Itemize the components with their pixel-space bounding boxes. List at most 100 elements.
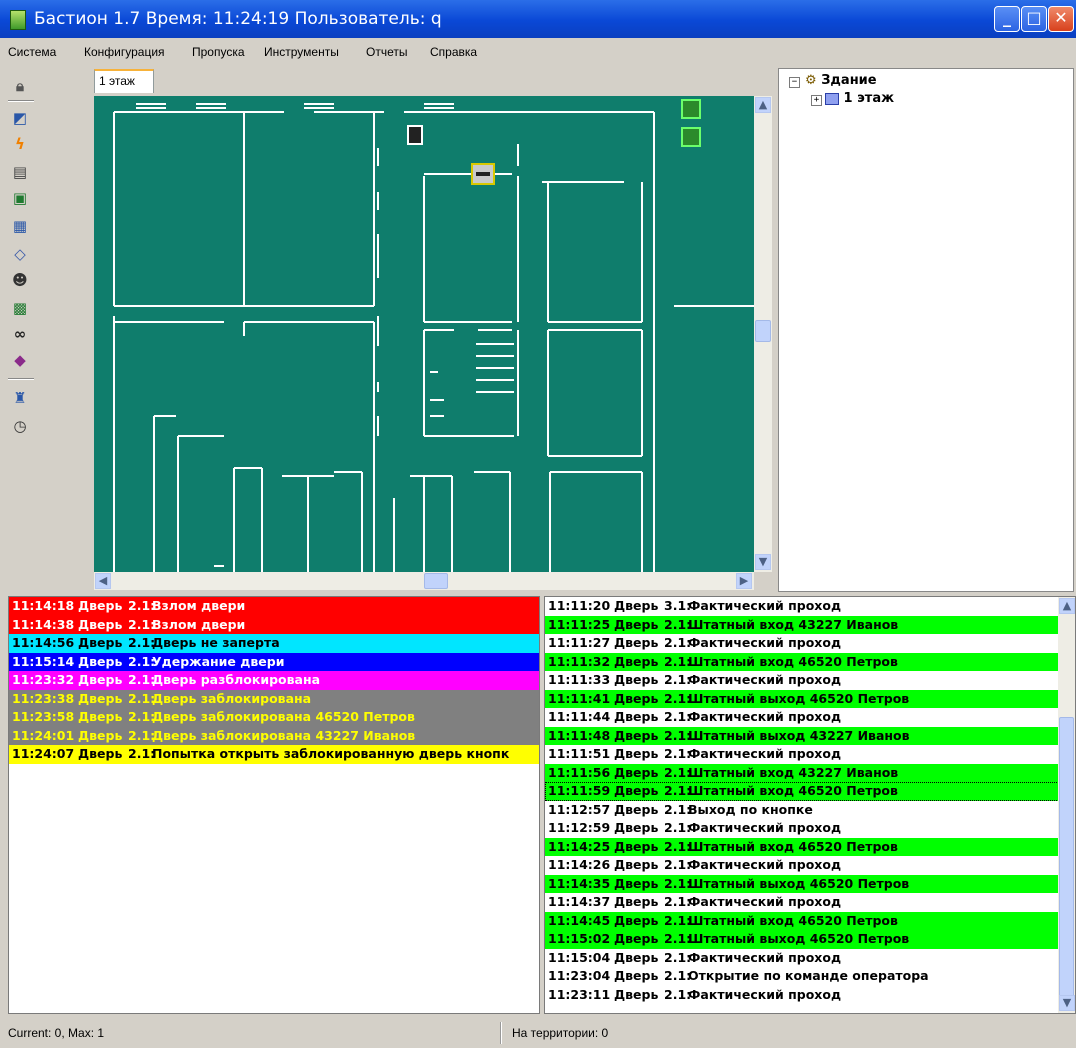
- guard-icon[interactable]: ♜: [10, 388, 30, 408]
- event-number: 2.1:: [664, 653, 692, 669]
- alarm-log[interactable]: 11:14:18 Дверь 2.1:Взлом двери 11:14:38 Двер…: [8, 596, 540, 1014]
- event-row[interactable]: 11:11:41 Дверь 2.1:Штатный выход 46520 Пет…: [545, 689, 1075, 708]
- event-message: Штатный выход 46520 Петров: [688, 875, 910, 891]
- event-row[interactable]: 11:11:32 Дверь 2.1:Штатный вход 46520 Петр…: [545, 652, 1075, 671]
- event-log[interactable]: 11:11:20 Дверь 3.1:Фактический проход 11:11…: [544, 596, 1076, 1014]
- scroll-left-arrow[interactable]: ◀: [95, 573, 111, 589]
- alarm-row[interactable]: 11:23:32 Дверь 2.1:Дверь разблокирована: [9, 671, 539, 690]
- book-icon[interactable]: ◆: [10, 350, 30, 370]
- scroll-down-arrow[interactable]: ▼: [755, 554, 771, 570]
- alarm-row[interactable]: 11:14:56 Дверь 2.1:Дверь не заперта: [9, 634, 539, 653]
- event-row[interactable]: 11:12:57 Дверь 2.1:Выход по кнопке: [545, 800, 1075, 819]
- event-device: Дверь: [614, 672, 659, 687]
- minimize-button[interactable]: _: [994, 6, 1020, 32]
- event-row[interactable]: 11:14:26 Дверь 2.1:Фактический проход: [545, 856, 1075, 875]
- event-number: 2.1:: [128, 727, 156, 743]
- event-time: 11:14:25: [548, 838, 611, 854]
- event-device: Дверь: [614, 653, 659, 669]
- close-button[interactable]: ✕: [1048, 6, 1074, 32]
- event-row[interactable]: 11:11:59 Дверь 2.1:Штатный вход 46520 Петр…: [545, 782, 1075, 801]
- reader-device-icon[interactable]: [681, 127, 701, 147]
- documents-icon[interactable]: ▤: [10, 162, 30, 182]
- event-row[interactable]: 11:11:48 Дверь 2.1:Штатный выход 43227 Ива…: [545, 726, 1075, 745]
- event-device: Дверь: [614, 727, 659, 743]
- event-time: 11:11:44: [548, 709, 611, 724]
- person-icon[interactable]: ☻: [10, 270, 30, 290]
- scroll-thumb[interactable]: [1059, 717, 1074, 997]
- menu-reports[interactable]: Отчеты: [366, 45, 407, 59]
- tree-node-building-label: Здание: [821, 73, 877, 88]
- event-device: Дверь: [78, 653, 123, 669]
- collapse-icon[interactable]: −: [789, 77, 800, 88]
- event-device: Дверь: [614, 746, 659, 761]
- menu-passes[interactable]: Пропуска: [192, 45, 245, 59]
- menu-config[interactable]: Конфигурация: [84, 45, 165, 59]
- event-row[interactable]: 11:23:04 Дверь 2.1:Открытие по команде опе…: [545, 967, 1075, 986]
- event-row[interactable]: 11:11:25 Дверь 2.1:Штатный вход 43227 Иван…: [545, 615, 1075, 634]
- event-row[interactable]: 11:15:04 Дверь 2.1:Фактический проход: [545, 948, 1075, 967]
- tree-node-floor-1[interactable]: 1 этаж: [825, 91, 894, 106]
- reader-device-icon[interactable]: [681, 99, 701, 119]
- scroll-up-arrow[interactable]: ▲: [755, 97, 771, 113]
- report-icon[interactable]: ▩: [10, 298, 30, 318]
- scroll-right-arrow[interactable]: ▶: [736, 573, 752, 589]
- event-number: 2.1:: [664, 949, 692, 965]
- alarm-row[interactable]: 11:14:18 Дверь 2.1:Взлом двери: [9, 597, 539, 616]
- event-message: Дверь заблокирована 46520 Петров: [152, 709, 415, 724]
- event-row[interactable]: 11:15:02 Дверь 2.1:Штатный выход 46520 Пет…: [545, 930, 1075, 949]
- alarm-row[interactable]: 11:24:07 Дверь 2.1:Попытка открыть заблоки…: [9, 745, 539, 764]
- timer-icon[interactable]: ◷: [10, 416, 30, 436]
- event-row[interactable]: 11:14:45 Дверь 2.1:Штатный вход 46520 Петр…: [545, 911, 1075, 930]
- binoculars-icon[interactable]: ∞: [10, 324, 30, 344]
- event-number: 2.1:: [664, 801, 692, 817]
- event-row[interactable]: 11:11:33 Дверь 2.1:Фактический проход: [545, 671, 1075, 690]
- event-row[interactable]: 11:23:11 Дверь 2.1:Фактический проход: [545, 985, 1075, 1004]
- event-number: 2.1:: [664, 727, 692, 743]
- menu-tools[interactable]: Инструменты: [264, 45, 339, 59]
- event-message: Штатный вход 43227 Иванов: [688, 764, 899, 780]
- event-row[interactable]: 11:11:51 Дверь 2.1:Фактический проход: [545, 745, 1075, 764]
- card-icon[interactable]: ▦: [10, 216, 30, 236]
- title-bar[interactable]: Бастион 1.7 Время: 11:24:19 Пользователь…: [0, 0, 1076, 38]
- event-row[interactable]: 11:11:44 Дверь 2.1:Фактический проход: [545, 708, 1075, 727]
- scroll-thumb[interactable]: [755, 320, 771, 342]
- floor-plan-panel: ▲ ▼ ◀ ▶: [92, 94, 774, 592]
- event-row[interactable]: 11:14:25 Дверь 2.1:Штатный вход 46520 Петр…: [545, 837, 1075, 856]
- tree-node-building[interactable]: ⚙︎ Здание: [805, 73, 877, 88]
- event-device: Дверь: [78, 690, 123, 706]
- event-row[interactable]: 11:11:56 Дверь 2.1:Штатный вход 43227 Иван…: [545, 763, 1075, 782]
- door-device-icon[interactable]: [407, 125, 423, 145]
- lock-icon[interactable]: 🔒︎: [10, 76, 30, 96]
- menu-help[interactable]: Справка: [430, 45, 477, 59]
- tab-floor-1[interactable]: 1 этаж: [94, 69, 154, 93]
- map-vertical-scrollbar[interactable]: ▲ ▼: [754, 96, 772, 572]
- eraser-icon[interactable]: ◇: [10, 244, 30, 264]
- event-device: Дверь: [614, 690, 659, 706]
- event-row[interactable]: 11:14:35 Дверь 2.1:Штатный выход 46520 Пет…: [545, 874, 1075, 893]
- lightning-icon[interactable]: ϟ: [10, 134, 30, 154]
- scroll-up-arrow[interactable]: ▲: [1059, 598, 1075, 614]
- alarm-row[interactable]: 11:14:38 Дверь 2.1:Взлом двери: [9, 615, 539, 634]
- map-icon[interactable]: ▣: [10, 188, 30, 208]
- alarm-row[interactable]: 11:15:14 Дверь 2.1:Удержание двери: [9, 652, 539, 671]
- map-horizontal-scrollbar[interactable]: ◀ ▶: [94, 572, 754, 590]
- alarm-row[interactable]: 11:23:58 Дверь 2.1:Дверь заблокирована 465…: [9, 708, 539, 727]
- expand-icon[interactable]: +: [811, 95, 822, 106]
- event-row[interactable]: 11:14:37 Дверь 2.1:Фактический проход: [545, 893, 1075, 912]
- event-time: 11:23:38: [12, 690, 75, 706]
- event-log-scrollbar[interactable]: ▲ ▼: [1058, 597, 1075, 1013]
- event-row[interactable]: 11:12:59 Дверь 2.1:Фактический проход: [545, 819, 1075, 838]
- scroll-down-arrow[interactable]: ▼: [1059, 995, 1075, 1011]
- menu-system[interactable]: Система: [8, 45, 56, 59]
- floor-plan[interactable]: [94, 96, 754, 572]
- scroll-thumb[interactable]: [424, 573, 448, 589]
- event-row[interactable]: 11:11:20 Дверь 3.1:Фактический проход: [545, 597, 1075, 616]
- maximize-button[interactable]: □: [1021, 6, 1047, 32]
- event-device: Дверь: [78, 598, 123, 613]
- event-message: Дверь заблокирована 43227 Иванов: [152, 727, 416, 743]
- camera-icon[interactable]: ◩: [10, 108, 30, 128]
- event-row[interactable]: 11:11:27 Дверь 2.1:Фактический проход: [545, 634, 1075, 653]
- alarm-row[interactable]: 11:24:01 Дверь 2.1:Дверь заблокирована 432…: [9, 726, 539, 745]
- alarm-row[interactable]: 11:23:38 Дверь 2.1:Дверь заблокирована: [9, 689, 539, 708]
- event-device: Дверь: [614, 894, 659, 909]
